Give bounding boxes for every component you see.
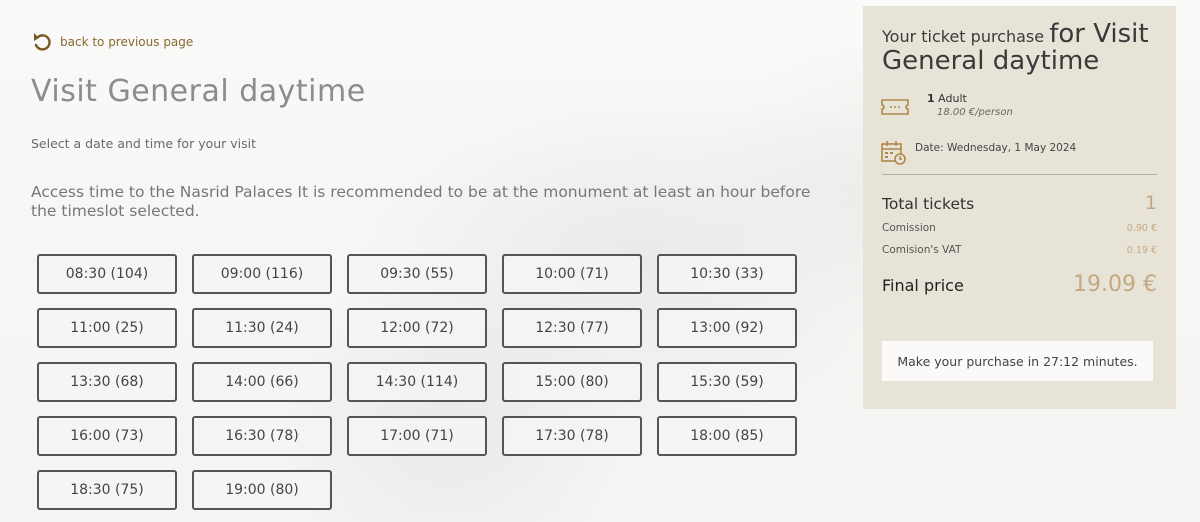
summary-heading: Your ticket purchase for Visit General d… <box>882 19 1149 76</box>
timeslot-button[interactable]: 13:30 (68) <box>37 362 177 402</box>
ticket-line: 1 Adult 18.00 €/person <box>881 92 1013 118</box>
timeslot-button[interactable]: 12:30 (77) <box>502 308 642 348</box>
timeslot-button[interactable]: 13:00 (92) <box>657 308 797 348</box>
timeslot-button[interactable]: 10:00 (71) <box>502 254 642 294</box>
timeslot-button[interactable]: 09:30 (55) <box>347 254 487 294</box>
final-price-row: Final price 19.09 € <box>882 272 1157 297</box>
visit-date: Date: Wednesday, 1 May 2024 <box>881 140 1076 166</box>
timeslot-button[interactable]: 17:30 (78) <box>502 416 642 456</box>
page-title: Visit General daytime <box>31 74 366 109</box>
timeslot-button[interactable]: 15:30 (59) <box>657 362 797 402</box>
timeslot-button[interactable]: 09:00 (116) <box>192 254 332 294</box>
timeslot-button[interactable]: 15:00 (80) <box>502 362 642 402</box>
timeslot-button[interactable]: 18:00 (85) <box>657 416 797 456</box>
timeslot-button[interactable]: 11:30 (24) <box>192 308 332 348</box>
timeslot-button[interactable]: 10:30 (33) <box>657 254 797 294</box>
timeslot-button[interactable]: 14:00 (66) <box>192 362 332 402</box>
ticket-icon <box>881 99 909 115</box>
timeslot-button[interactable]: 11:00 (25) <box>37 308 177 348</box>
timeslot-button[interactable]: 14:30 (114) <box>347 362 487 402</box>
undo-arrow-icon <box>34 33 51 51</box>
timeslot-button[interactable]: 19:00 (80) <box>192 470 332 510</box>
timeslot-button[interactable]: 16:00 (73) <box>37 416 177 456</box>
calendar-clock-icon <box>881 141 906 165</box>
back-link[interactable]: back to previous page <box>32 31 193 53</box>
vat-row: Comision's VAT 0.19 € <box>882 244 1157 256</box>
ticket-price: 18.00 €/person <box>937 107 1013 118</box>
timeslot-button[interactable]: 16:30 (78) <box>192 416 332 456</box>
ticket-quantity: 1 Adult <box>927 92 967 105</box>
commission-row: Comission 0.90 € <box>882 222 1157 234</box>
page-subtitle: Select a date and time for your visit <box>31 136 257 151</box>
summary-divider <box>882 174 1157 175</box>
total-tickets-row: Total tickets 1 <box>882 192 1157 214</box>
timeslot-button[interactable]: 12:00 (72) <box>347 308 487 348</box>
purchase-summary-panel: Your ticket purchase for Visit General d… <box>863 6 1176 409</box>
timeslot-button[interactable]: 17:00 (71) <box>347 416 487 456</box>
access-note: Access time to the Nasrid Palaces It is … <box>31 183 811 220</box>
timeslot-button[interactable]: 08:30 (104) <box>37 254 177 294</box>
purchase-timer: Make your purchase in 27:12 minutes. <box>882 341 1153 381</box>
timeslot-button[interactable]: 18:30 (75) <box>37 470 177 510</box>
back-link-label: back to previous page <box>60 35 194 49</box>
